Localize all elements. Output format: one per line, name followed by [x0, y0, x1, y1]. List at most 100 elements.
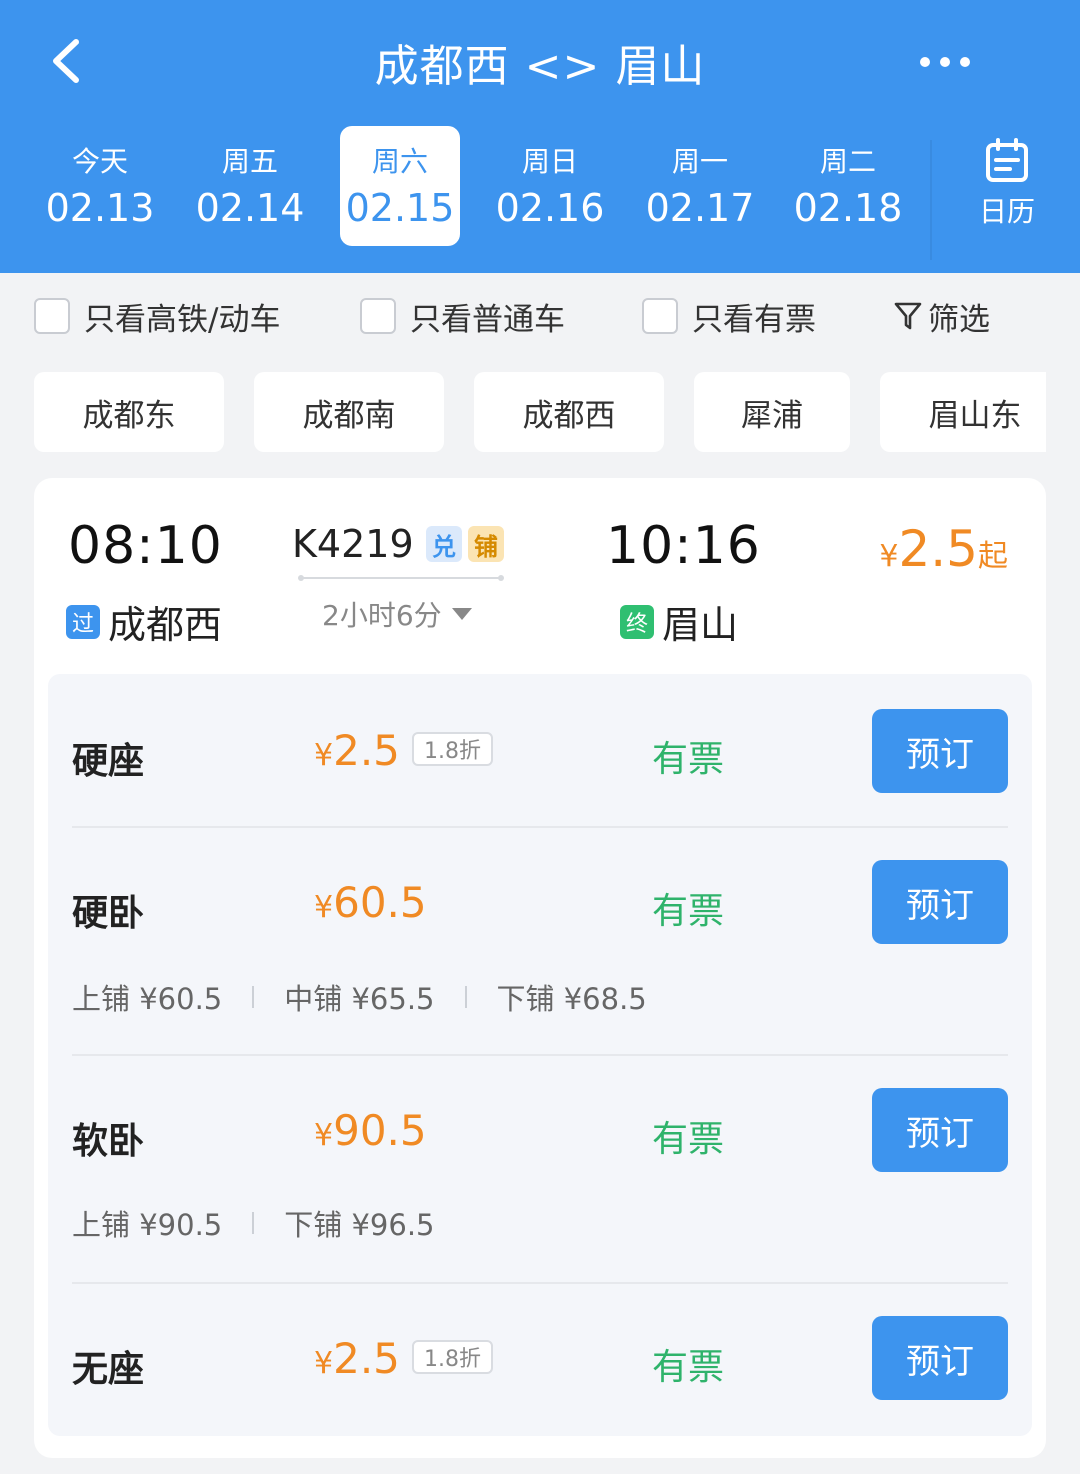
header: 成都西 <> 眉山 今天 02.13 周五 02.14 周六 02.15 周日 … — [0, 0, 1080, 273]
seat-price: ¥ 2.5 — [314, 1334, 400, 1383]
divider — [930, 140, 932, 260]
date-weekday: 周二 — [819, 145, 876, 178]
seat-list: 硬座 ¥ 2.5 1.8折 有票 预订 硬卧 ¥ 60.5 有票 预订 上铺 ¥… — [48, 674, 1032, 1436]
train-card[interactable]: 08:10 K4219 兑 铺 2小时6分 10:16 ¥ 2.5 起 过 成都… — [34, 478, 1046, 1458]
date-tab-selected[interactable]: 周六 02.15 — [340, 126, 460, 246]
date-weekday: 周六 — [371, 145, 428, 178]
price-amount: 2.5 — [333, 1334, 400, 1383]
book-button[interactable]: 预订 — [872, 860, 1008, 944]
depart-station-name: 成都西 — [108, 603, 223, 647]
currency-symbol: ¥ — [314, 1346, 334, 1381]
book-button[interactable]: 预订 — [872, 1088, 1008, 1172]
availability-status: 有票 — [652, 1347, 725, 1388]
availability-status: 有票 — [652, 891, 725, 932]
arrive-time: 10:16 — [606, 516, 761, 576]
berth-price-lower: 下铺 ¥68.5 — [496, 982, 647, 1016]
date-day: 02.17 — [645, 186, 755, 230]
price-suffix: 起 — [978, 539, 1008, 574]
berth-price-middle: 中铺 ¥65.5 — [284, 982, 435, 1016]
station-chip[interactable]: 犀浦 — [694, 372, 850, 452]
calendar-button[interactable]: 日历 — [960, 138, 1054, 238]
station-chip[interactable]: 成都南 — [254, 372, 444, 452]
berth-prices: 上铺 ¥60.5 中铺 ¥65.5 下铺 ¥68.5 — [72, 976, 647, 1018]
filter-available-checkbox[interactable]: 只看有票 — [642, 292, 816, 340]
availability-status: 有票 — [652, 1119, 725, 1160]
station-chip[interactable]: 成都西 — [474, 372, 664, 452]
date-weekday: 今天 — [71, 145, 128, 178]
train-number: K4219 — [292, 522, 414, 566]
separator — [464, 986, 467, 1008]
exchange-tag: 兑 — [426, 526, 462, 562]
duration-text: 2小时6分 — [322, 599, 442, 632]
price-amount: 2.5 — [898, 520, 978, 578]
station-chips: 成都东 成都南 成都西 犀浦 眉山东 — [34, 372, 1046, 452]
separator — [252, 986, 255, 1008]
date-tab[interactable]: 周五 02.14 — [190, 126, 310, 246]
price-amount: 2.5 — [333, 726, 400, 775]
more-icon — [920, 57, 930, 67]
date-day: 02.15 — [345, 186, 455, 230]
date-tab[interactable]: 周一 02.17 — [640, 126, 760, 246]
filter-label: 筛选 — [928, 301, 990, 338]
funnel-icon — [894, 302, 922, 330]
station-chip[interactable]: 成都东 — [34, 372, 224, 452]
date-day: 02.16 — [495, 186, 605, 230]
calendar-label: 日历 — [978, 195, 1035, 228]
date-day: 02.13 — [45, 186, 155, 230]
berth-price-lower: 下铺 ¥96.5 — [284, 1208, 435, 1242]
sleeper-tag: 铺 — [468, 526, 504, 562]
filter-label: 只看普通车 — [410, 301, 565, 338]
price-amount: 60.5 — [333, 878, 427, 927]
seat-row: 硬座 ¥ 2.5 1.8折 有票 预订 — [48, 674, 1032, 826]
date-tab[interactable]: 今天 02.13 — [40, 126, 160, 246]
date-day: 02.14 — [195, 186, 305, 230]
duration-toggle[interactable]: 2小时6分 — [322, 594, 472, 634]
currency-symbol: ¥ — [314, 890, 334, 925]
date-weekday: 周一 — [671, 145, 728, 178]
arrive-station-name: 眉山 — [662, 603, 739, 647]
date-weekday: 周日 — [521, 145, 578, 178]
seat-type: 硬卧 — [72, 893, 145, 934]
checkbox-icon — [34, 298, 70, 334]
date-weekday: 周五 — [221, 145, 278, 178]
date-tab[interactable]: 周二 02.18 — [788, 126, 908, 246]
filter-bar: 只看高铁/动车 只看普通车 只看有票 筛选 — [34, 292, 1054, 340]
filter-label: 只看有票 — [692, 301, 816, 338]
currency-symbol: ¥ — [879, 539, 899, 574]
availability-status: 有票 — [652, 739, 725, 780]
pass-badge: 过 — [66, 604, 100, 639]
berth-price-upper: 上铺 ¥60.5 — [72, 982, 223, 1016]
currency-symbol: ¥ — [314, 1118, 334, 1153]
seat-price: ¥ 90.5 — [314, 1106, 427, 1155]
calendar-icon — [986, 138, 1028, 182]
date-day: 02.18 — [793, 186, 903, 230]
caret-down-icon — [451, 608, 472, 620]
seat-type: 硬座 — [72, 741, 145, 782]
book-button[interactable]: 预订 — [872, 709, 1008, 793]
book-button[interactable]: 预订 — [872, 1316, 1008, 1400]
seat-row: 软卧 ¥ 90.5 有票 预订 上铺 ¥90.5 下铺 ¥96.5 — [48, 1056, 1032, 1282]
depart-station: 过 成都西 — [66, 594, 222, 649]
seat-row: 无座 ¥ 2.5 1.8折 有票 预订 — [48, 1284, 1032, 1436]
checkbox-icon — [360, 298, 396, 334]
seat-row: 硬卧 ¥ 60.5 有票 预订 上铺 ¥60.5 中铺 ¥65.5 下铺 ¥68… — [48, 828, 1032, 1054]
seat-type: 软卧 — [72, 1121, 145, 1162]
station-chip[interactable]: 眉山东 — [880, 372, 1046, 452]
more-button[interactable] — [920, 50, 980, 74]
filter-high-speed-checkbox[interactable]: 只看高铁/动车 — [34, 292, 280, 340]
filter-regular-checkbox[interactable]: 只看普通车 — [360, 292, 565, 340]
seat-type: 无座 — [72, 1349, 145, 1390]
separator — [252, 1212, 255, 1234]
seat-price: ¥ 60.5 — [314, 878, 427, 927]
date-strip: 今天 02.13 周五 02.14 周六 02.15 周日 02.16 周一 0… — [26, 126, 926, 246]
berth-price-upper: 上铺 ¥90.5 — [72, 1208, 223, 1242]
date-tab[interactable]: 周日 02.16 — [490, 126, 610, 246]
terminal-badge: 终 — [620, 604, 654, 639]
arrive-station: 终 眉山 — [620, 594, 738, 649]
seat-price: ¥ 2.5 — [314, 726, 400, 775]
page-title: 成都西 <> 眉山 — [374, 41, 706, 92]
discount-badge: 1.8折 — [412, 1340, 493, 1374]
filter-label: 只看高铁/动车 — [84, 301, 281, 338]
filter-button[interactable]: 筛选 — [894, 292, 990, 340]
depart-time: 08:10 — [68, 516, 223, 576]
